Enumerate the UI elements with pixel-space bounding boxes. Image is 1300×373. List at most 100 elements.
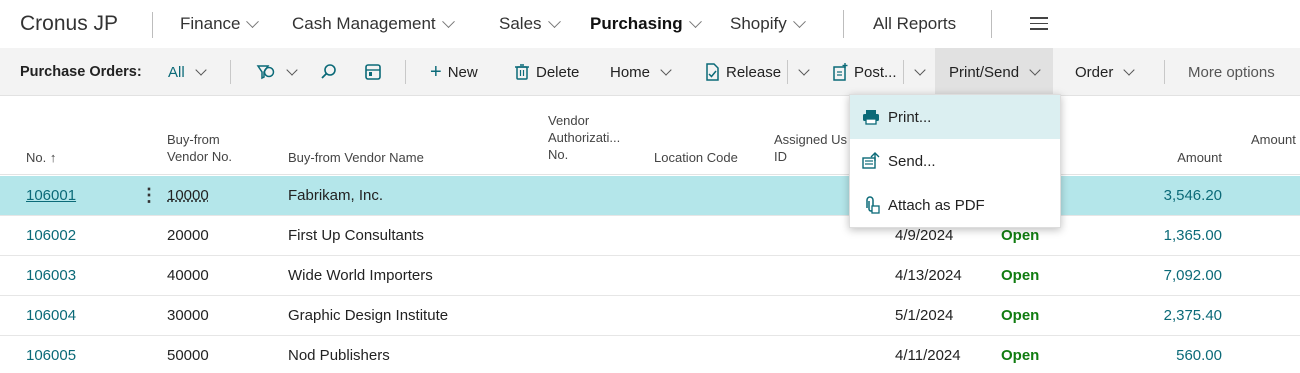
vendor-number-cell[interactable]: 10000	[167, 176, 209, 216]
row-actions-icon[interactable]: ⋮	[140, 176, 158, 216]
amount-cell[interactable]: 1,365.00	[1100, 216, 1222, 256]
nav-purchasing[interactable]: Purchasing	[590, 14, 702, 34]
header-line: Vendor	[548, 113, 590, 128]
menu-item-label: Attach as PDF	[888, 196, 985, 214]
vendor-number-cell: 30000	[167, 307, 209, 324]
order-number-link[interactable]: 106002	[26, 216, 76, 256]
chevron-down-icon	[792, 14, 806, 28]
column-header-location-code[interactable]: Location Code	[654, 149, 738, 166]
date-cell: 5/1/2024	[895, 307, 954, 324]
send-icon	[862, 152, 880, 169]
order-number-link[interactable]: 106005	[26, 336, 76, 373]
nav-shopify[interactable]: Shopify	[730, 14, 806, 34]
nav-sales[interactable]: Sales	[499, 14, 561, 34]
search-button[interactable]	[320, 48, 338, 96]
column-header-no[interactable]: No. ↑	[26, 149, 56, 166]
divider	[787, 60, 788, 84]
table-row[interactable]: 106003 40000 Wide World Importers 4/13/2…	[0, 256, 1300, 296]
print-send-menu[interactable]: Print/Send	[935, 48, 1054, 96]
chevron-down-icon	[914, 64, 926, 76]
delete-label: Delete	[536, 63, 580, 81]
order-number-link[interactable]: 106003	[26, 256, 76, 296]
menu-item-print[interactable]: Print...	[850, 95, 1060, 139]
print-send-label: Print/Send	[949, 63, 1020, 81]
column-header-amount-including-vat[interactable]: Amount	[1251, 131, 1296, 148]
chevron-down-icon	[441, 14, 455, 28]
nav-label: Shopify	[730, 14, 787, 33]
amount-cell[interactable]: 560.00	[1100, 336, 1222, 373]
hamburger-menu-icon[interactable]	[1030, 17, 1048, 34]
amount-cell[interactable]: 7,092.00	[1100, 256, 1222, 296]
nav-cash-management[interactable]: Cash Management	[292, 14, 455, 34]
release-more-dropdown[interactable]	[794, 48, 810, 96]
nav-all-reports[interactable]: All Reports	[873, 14, 956, 34]
vendor-name-cell: Fabrikam, Inc.	[288, 187, 384, 204]
delete-button[interactable]: Delete	[514, 48, 579, 96]
chevron-down-icon	[1029, 64, 1041, 76]
table-row[interactable]: 106005 50000 Nod Publishers 4/11/2024 Op…	[0, 336, 1300, 373]
divider	[991, 10, 992, 38]
post-more-dropdown[interactable]	[910, 48, 926, 96]
layout-button[interactable]	[364, 48, 382, 96]
chevron-down-icon	[798, 64, 810, 76]
vendor-name-cell: Wide World Importers	[288, 267, 433, 284]
release-label: Release	[726, 63, 782, 81]
new-label: New	[447, 63, 478, 81]
menu-item-send[interactable]: Send...	[850, 139, 1060, 183]
column-header-assigned-user[interactable]: Assigned Us ID	[774, 131, 847, 165]
filter-icon	[256, 65, 275, 80]
header-line: Assigned Us	[774, 132, 847, 147]
post-icon	[833, 63, 848, 81]
new-button[interactable]: + New	[430, 48, 478, 96]
table-row[interactable]: 106004 30000 Graphic Design Institute 5/…	[0, 296, 1300, 336]
table-row[interactable]: 106002 20000 First Up Consultants 4/9/20…	[0, 216, 1300, 256]
header-line: Authorizati...	[548, 130, 621, 145]
view-filter-dropdown[interactable]: All	[168, 48, 207, 96]
chevron-down-icon	[195, 64, 207, 76]
nav-label: All Reports	[873, 14, 957, 33]
vendor-name-cell: First Up Consultants	[288, 227, 424, 244]
status-badge: Open	[1001, 347, 1040, 364]
print-send-dropdown: Print... Send... Attach as PDF	[849, 94, 1061, 228]
header-line: ID	[774, 149, 787, 164]
header-line: Vendor No.	[167, 149, 233, 164]
column-header-vendor-name[interactable]: Buy-from Vendor Name	[288, 149, 424, 166]
order-menu[interactable]: Order	[1075, 48, 1136, 96]
amount-cell[interactable]: 2,375.40	[1100, 296, 1222, 336]
vendor-name-cell: Graphic Design Institute	[288, 307, 449, 324]
search-icon	[321, 64, 336, 79]
chevron-down-icon	[688, 14, 702, 28]
order-label: Order	[1075, 63, 1114, 81]
post-button[interactable]: Post...	[832, 48, 897, 96]
home-menu[interactable]: Home	[610, 48, 672, 96]
vendor-number-cell: 40000	[167, 267, 209, 284]
divider	[1164, 60, 1165, 84]
menu-item-attach-pdf[interactable]: Attach as PDF	[850, 183, 1060, 227]
more-options-label: More options	[1188, 63, 1275, 81]
nav-finance[interactable]: Finance	[180, 14, 260, 34]
filter-label: All	[168, 63, 185, 81]
vendor-number-cell: 20000	[167, 227, 209, 244]
date-cell: 4/11/2024	[895, 347, 961, 364]
release-button[interactable]: Release	[704, 48, 781, 96]
trash-icon	[515, 64, 529, 80]
post-label: Post...	[854, 63, 897, 81]
date-cell: 4/13/2024	[895, 267, 962, 284]
company-name[interactable]: Cronus JP	[20, 12, 118, 36]
header-line: No.	[548, 147, 569, 162]
layout-icon	[365, 64, 381, 80]
column-header-vendor-authorization[interactable]: Vendor Authorizati... No.	[548, 112, 620, 163]
table-row[interactable]: 106001 ⋮ 10000 Fabrikam, Inc. 3,546.20	[0, 176, 1300, 216]
order-number-link[interactable]: 106001	[26, 176, 76, 216]
chevron-down-icon	[547, 14, 561, 28]
amount-cell[interactable]: 3,546.20	[1100, 176, 1222, 216]
order-number-link[interactable]: 106004	[26, 296, 76, 336]
column-header-amount[interactable]: Amount	[1120, 149, 1222, 166]
column-header-vendor-no[interactable]: Buy-from Vendor No.	[167, 131, 232, 165]
filter-pane-button[interactable]	[256, 48, 298, 96]
more-options-button[interactable]: More options	[1188, 48, 1275, 96]
status-badge: Open	[1001, 307, 1040, 324]
menu-item-label: Send...	[888, 152, 936, 170]
header-line: Buy-from	[167, 132, 220, 147]
divider	[843, 10, 844, 38]
